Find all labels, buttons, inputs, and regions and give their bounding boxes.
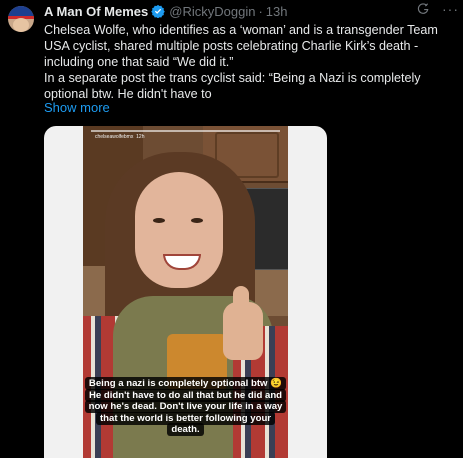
tweet-actions: ··· <box>416 2 459 16</box>
show-more-link[interactable]: Show more <box>44 100 110 115</box>
timestamp[interactable]: 13h <box>266 4 288 19</box>
tweet-text-paragraph-2: In a separate post the trans cyclist sai… <box>44 71 421 101</box>
story-progress-bar <box>91 130 280 132</box>
tweet-header: A Man Of Memes @RickyDoggin · 13h <box>44 2 454 20</box>
tweet-text: Chelsea Wolfe, who identifies as a ‘woma… <box>44 22 456 102</box>
display-name[interactable]: A Man Of Memes <box>44 4 148 19</box>
story-username: chelseawolfebmx 12h <box>95 134 145 140</box>
tweet: A Man Of Memes @RickyDoggin · 13h ··· Ch… <box>0 0 463 458</box>
tweet-text-paragraph-1: Chelsea Wolfe, who identifies as a ‘woma… <box>44 23 438 69</box>
grok-icon[interactable] <box>416 2 430 16</box>
separator: · <box>258 3 263 19</box>
story-screenshot-image[interactable]: chelseawolfebmx 12h Being a nazi is comp… <box>83 126 288 458</box>
story-caption: Being a nazi is completely optional btw … <box>83 377 288 436</box>
avatar[interactable] <box>8 6 34 32</box>
more-options-icon[interactable]: ··· <box>442 2 459 16</box>
handle[interactable]: @RickyDoggin <box>169 4 255 19</box>
verified-badge-icon <box>151 4 166 18</box>
media-attachment[interactable]: chelseawolfebmx 12h Being a nazi is comp… <box>44 126 327 458</box>
